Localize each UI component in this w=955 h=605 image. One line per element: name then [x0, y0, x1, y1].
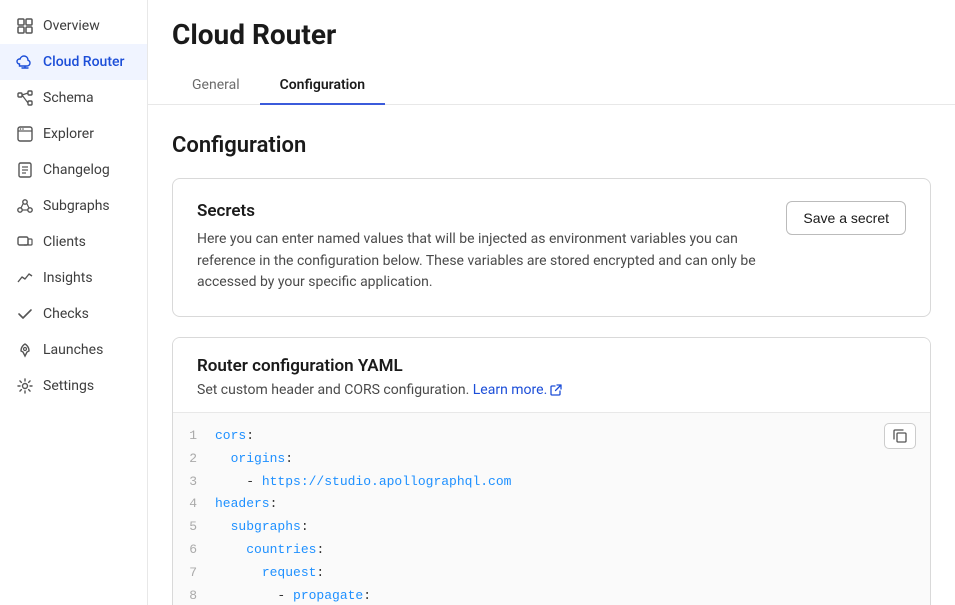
sidebar-item-label: Checks	[43, 306, 89, 322]
sidebar-item-label: Overview	[43, 18, 100, 34]
code-line-5: 5 subgraphs:	[173, 516, 930, 539]
secrets-title: Secrets	[197, 201, 770, 221]
yaml-card-description: Set custom header and CORS configuration…	[197, 382, 906, 398]
overview-icon	[16, 17, 34, 35]
copy-button[interactable]	[884, 423, 916, 449]
yaml-card: Router configuration YAML Set custom hea…	[172, 337, 931, 605]
sidebar-item-label: Schema	[43, 90, 94, 106]
clients-icon	[16, 233, 34, 251]
sidebar-item-explorer[interactable]: Explorer	[0, 116, 147, 152]
sidebar-item-cloud-router[interactable]: Cloud Router	[0, 44, 147, 80]
yaml-card-title: Router configuration YAML	[197, 356, 906, 376]
code-line-8: 8 - propagate:	[173, 585, 930, 605]
sidebar-item-label: Subgraphs	[43, 198, 110, 214]
code-line-3: 3 - https://studio.apollographql.com	[173, 471, 930, 494]
sidebar-item-label: Clients	[43, 234, 86, 250]
sidebar-item-label: Settings	[43, 378, 94, 394]
sidebar-item-subgraphs[interactable]: Subgraphs	[0, 188, 147, 224]
tab-configuration[interactable]: Configuration	[260, 67, 385, 105]
sidebar-item-label: Insights	[43, 270, 93, 286]
sidebar-item-schema[interactable]: Schema	[0, 80, 147, 116]
sidebar-item-changelog[interactable]: Changelog	[0, 152, 147, 188]
cloud-router-icon	[16, 53, 34, 71]
tab-bar: General Configuration	[172, 67, 931, 104]
code-block: 1 cors: 2 origins: 3 - https://studio.ap…	[173, 412, 930, 605]
page-header: Cloud Router General Configuration	[148, 0, 955, 105]
insights-icon	[16, 269, 34, 287]
code-line-4: 4 headers:	[173, 493, 930, 516]
code-line-2: 2 origins:	[173, 448, 930, 471]
checks-icon	[16, 305, 34, 323]
learn-more-link[interactable]: Learn more.	[473, 382, 563, 398]
settings-icon	[16, 377, 34, 395]
sidebar-item-launches[interactable]: Launches	[0, 332, 147, 368]
subgraphs-icon	[16, 197, 34, 215]
sidebar-item-overview[interactable]: Overview	[0, 8, 147, 44]
sidebar-item-label: Cloud Router	[43, 54, 124, 70]
content-title: Configuration	[172, 133, 931, 158]
sidebar-item-checks[interactable]: Checks	[0, 296, 147, 332]
changelog-icon	[16, 161, 34, 179]
code-lines: 1 cors: 2 origins: 3 - https://studio.ap…	[173, 425, 930, 605]
page-title: Cloud Router	[172, 18, 931, 51]
sidebar: Overview Cloud Router Schema	[0, 0, 148, 605]
code-line-6: 6 countries:	[173, 539, 930, 562]
launches-icon	[16, 341, 34, 359]
main-content: Cloud Router General Configuration Confi…	[148, 0, 955, 605]
sidebar-item-settings[interactable]: Settings	[0, 368, 147, 404]
schema-icon	[16, 89, 34, 107]
save-secret-button[interactable]: Save a secret	[786, 201, 906, 235]
secrets-text-block: Secrets Here you can enter named values …	[197, 201, 770, 294]
content-area: Configuration Secrets Here you can enter…	[148, 105, 955, 605]
explorer-icon	[16, 125, 34, 143]
secrets-card: Secrets Here you can enter named values …	[172, 178, 931, 317]
sidebar-item-label: Explorer	[43, 126, 94, 142]
sidebar-item-clients[interactable]: Clients	[0, 224, 147, 260]
sidebar-item-label: Changelog	[43, 162, 110, 178]
yaml-card-header: Router configuration YAML Set custom hea…	[173, 338, 930, 412]
tab-general[interactable]: General	[172, 67, 260, 105]
code-line-1: 1 cors:	[173, 425, 930, 448]
sidebar-item-label: Launches	[43, 342, 103, 358]
sidebar-item-insights[interactable]: Insights	[0, 260, 147, 296]
secrets-description: Here you can enter named values that wil…	[197, 229, 770, 294]
code-line-7: 7 request:	[173, 562, 930, 585]
